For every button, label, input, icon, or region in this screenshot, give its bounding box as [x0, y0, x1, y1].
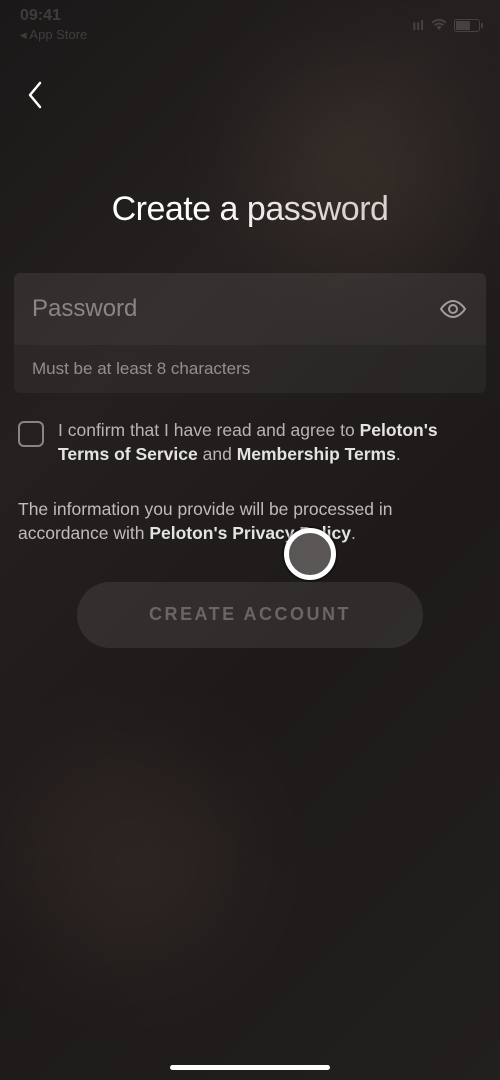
battery-icon [454, 19, 480, 32]
password-field-container: Must be at least 8 characters [14, 273, 486, 393]
home-indicator[interactable] [170, 1065, 330, 1070]
back-button[interactable] [15, 75, 55, 115]
membership-terms-link[interactable]: Membership Terms [237, 444, 396, 464]
chevron-left-icon [26, 80, 44, 110]
terms-text: I confirm that I have read and agree to … [58, 419, 482, 466]
password-visibility-toggle[interactable] [438, 298, 468, 320]
status-time: 09:41 [20, 7, 87, 25]
privacy-text: The information you provide will be proc… [14, 498, 486, 545]
back-to-appstore[interactable]: ◂ App Store [20, 27, 87, 43]
status-bar: 09:41 ◂ App Store ııl [0, 0, 500, 50]
terms-checkbox[interactable] [18, 421, 44, 447]
cellular-signal-icon: ııl [412, 17, 424, 33]
create-account-button[interactable]: CREATE ACCOUNT [77, 582, 423, 648]
wifi-icon [430, 17, 448, 33]
loading-spinner-icon [284, 528, 336, 580]
eye-icon [438, 298, 468, 320]
password-hint: Must be at least 8 characters [14, 345, 486, 393]
password-input[interactable] [32, 295, 438, 323]
